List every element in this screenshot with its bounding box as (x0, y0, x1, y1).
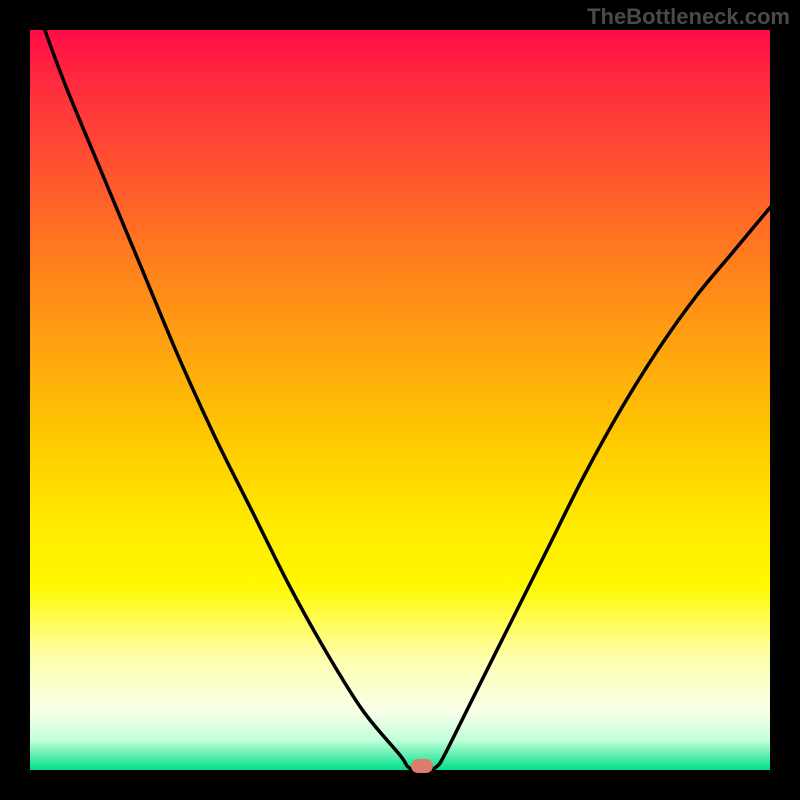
chart-plot-area (30, 30, 770, 770)
optimal-point-marker (411, 759, 433, 773)
watermark-text: TheBottleneck.com (587, 4, 790, 30)
bottleneck-curve (30, 30, 770, 770)
